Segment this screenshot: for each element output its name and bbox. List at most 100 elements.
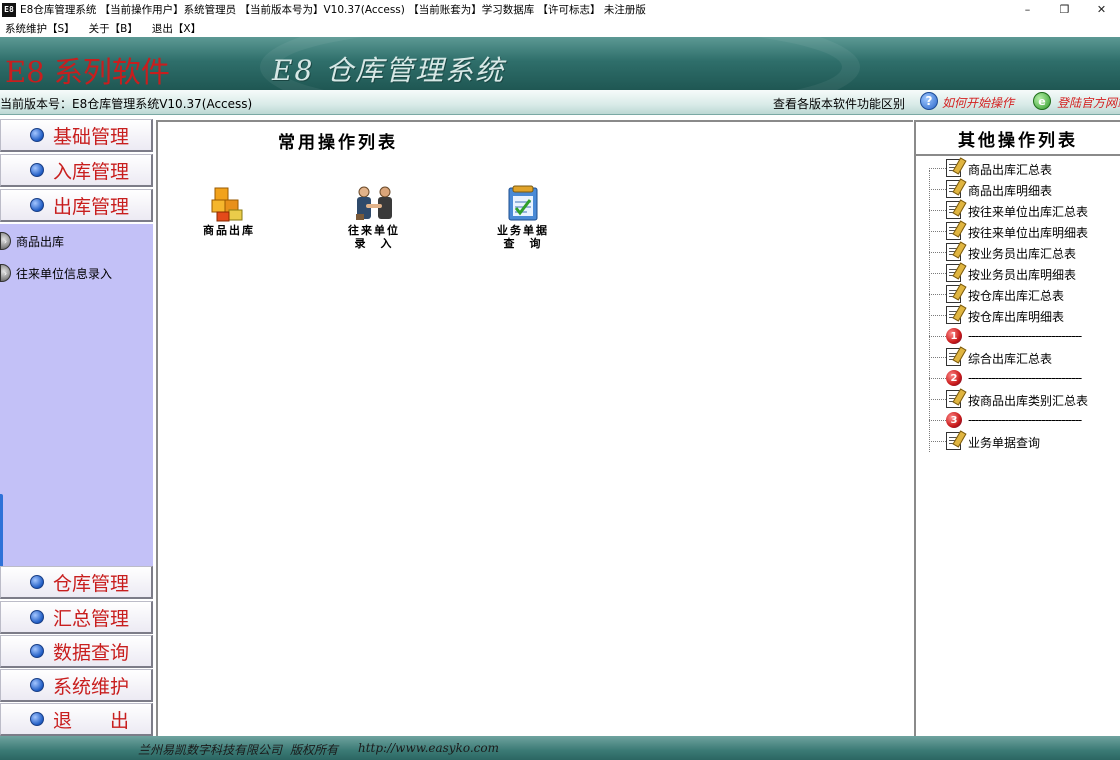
compare-versions-link[interactable]: 查看各版本软件功能区别 (773, 95, 905, 112)
nav-label: 汇总管理 (53, 607, 130, 630)
bullet-icon (30, 712, 44, 726)
report-icon (946, 348, 961, 366)
help-icon[interactable]: ? (920, 92, 938, 110)
minimize-button[interactable]: – (1009, 0, 1046, 19)
tree-branch (929, 378, 946, 379)
bullet-icon (30, 678, 44, 692)
tree-item-warehouse-outbound-detail[interactable]: 按仓库出库明细表 (916, 305, 1120, 326)
window-controls: – ❐ ✕ (1009, 0, 1120, 19)
tree-separator-1: 1 ---------------------------------- (916, 326, 1120, 347)
app-icon: E8 (2, 2, 16, 17)
website-icon[interactable]: e (1033, 92, 1051, 110)
nav-basic-management[interactable]: 基础管理 (0, 119, 153, 152)
tile-document-query[interactable]: 业务单据 查 询 (478, 184, 568, 250)
report-icon (946, 390, 961, 408)
footer-bar: 兰州易凯数字科技有限公司 版权所有 http://www.easyko.com (0, 736, 1120, 760)
tree-branch (929, 273, 946, 274)
tree-item-partner-outbound-detail[interactable]: 按往来单位出库明细表 (916, 221, 1120, 242)
tree-item-overall-outbound-summary[interactable]: 综合出库汇总表 (916, 347, 1120, 368)
tree-branch (929, 441, 946, 442)
how-to-start-link[interactable]: 如何开始操作 (942, 94, 1014, 111)
footer-website-link[interactable]: http://www.easyko.com (358, 741, 499, 755)
tree-item-label: 按业务员出库汇总表 (968, 247, 1077, 261)
tree-item-label: 按商品出库类别汇总表 (968, 394, 1089, 408)
tree-item-label: 按往来单位出库汇总表 (968, 205, 1089, 219)
tree-item-label: 业务单据查询 (968, 436, 1041, 450)
tree-branch (929, 210, 946, 211)
report-icon (946, 180, 961, 198)
bullet-icon (30, 610, 44, 624)
brand-logo: E8 系列软件 (5, 55, 170, 89)
nav-inbound-management[interactable]: 入库管理 (0, 154, 153, 187)
version-strip: 当前版本号：E8仓库管理系统V10.37(Access) 查看各版本软件功能区别… (0, 90, 1120, 115)
tile-label: 业务单据 查 询 (497, 224, 549, 250)
bullet-icon (30, 163, 44, 177)
report-icon (946, 159, 961, 177)
nav-summary-management[interactable]: 汇总管理 (0, 601, 153, 634)
tree-separator-3: 3 ---------------------------------- (916, 410, 1120, 431)
tree-branch (929, 252, 946, 253)
menu-system-maintenance[interactable]: 系统维护【S】 (5, 21, 75, 36)
arrow-bullet-icon: › (0, 232, 11, 250)
nav-label: 入库管理 (53, 160, 130, 183)
tree-separator-2: 2 ---------------------------------- (916, 368, 1120, 389)
tree-item-category-outbound-summary[interactable]: 按商品出库类别汇总表 (916, 389, 1120, 410)
handshake-icon (354, 184, 394, 224)
bullet-icon (30, 198, 44, 212)
submenu-item-partner-entry[interactable]: › 往来单位信息录入 (0, 262, 112, 284)
restore-button[interactable]: ❐ (1046, 0, 1083, 19)
tree-item-label: 商品出库汇总表 (968, 163, 1053, 177)
number-three-icon: 3 (946, 412, 962, 428)
tree-branch (929, 420, 946, 421)
bullet-icon (30, 128, 44, 142)
menu-bar: 系统维护【S】 关于【B】 退出【X】 (0, 19, 1120, 37)
nav-outbound-management[interactable]: 出库管理 (0, 189, 153, 222)
tree-item-label: 按往来单位出库明细表 (968, 226, 1089, 240)
common-operations-panel: 常用操作列表 商品出库 往来单位 录 入 业务单据 查 询 (156, 120, 913, 736)
system-name: E8 仓库管理系统 (272, 54, 506, 87)
tree-item-warehouse-outbound-summary[interactable]: 按仓库出库汇总表 (916, 284, 1120, 305)
official-website-link[interactable]: 登陆官方网站 (1057, 94, 1120, 111)
tree-item-salesperson-outbound-detail[interactable]: 按业务员出库明细表 (916, 263, 1120, 284)
tile-label: 商品出库 (203, 224, 255, 237)
nav-system-maintenance[interactable]: 系统维护 (0, 669, 153, 702)
menu-about[interactable]: 关于【B】 (89, 21, 138, 36)
tree-item-goods-outbound-summary[interactable]: 商品出库汇总表 (916, 158, 1120, 179)
outbound-submenu-panel: › 商品出库 › 往来单位信息录入 (0, 224, 153, 586)
nav-data-query[interactable]: 数据查询 (0, 635, 153, 668)
menu-exit[interactable]: 退出【X】 (152, 21, 201, 36)
tree-branch (929, 294, 946, 295)
tree-item-partner-outbound-summary[interactable]: 按往来单位出库汇总表 (916, 200, 1120, 221)
close-button[interactable]: ✕ (1083, 0, 1120, 19)
report-icon (946, 222, 961, 240)
tree-branch (929, 315, 946, 316)
nav-label: 出库管理 (53, 195, 130, 218)
tile-goods-outbound[interactable]: 商品出库 (184, 184, 274, 237)
tree-item-salesperson-outbound-summary[interactable]: 按业务员出库汇总表 (916, 242, 1120, 263)
other-operations-title: 其他操作列表 (916, 122, 1120, 156)
submenu-item-goods-outbound[interactable]: › 商品出库 (0, 230, 64, 252)
version-label: 当前版本号：E8仓库管理系统V10.37(Access) (0, 97, 253, 111)
nav-label: 基础管理 (53, 125, 130, 148)
tree-item-document-query[interactable]: 业务单据查询 (916, 431, 1120, 452)
footer-company: 兰州易凯数字科技有限公司 (138, 743, 283, 757)
arrow-bullet-icon: › (0, 264, 11, 282)
tree-item-label: 综合出库汇总表 (968, 352, 1053, 366)
report-icon (946, 201, 961, 219)
bullet-icon (30, 575, 44, 589)
boxes-icon (209, 184, 249, 224)
common-operations-title: 常用操作列表 (278, 133, 398, 153)
tree-item-goods-outbound-detail[interactable]: 商品出库明细表 (916, 179, 1120, 200)
tile-partner-entry[interactable]: 往来单位 录 入 (329, 184, 419, 250)
separator-line: ---------------------------------- (968, 371, 1082, 385)
number-two-icon: 2 (946, 370, 962, 386)
nav-warehouse-management[interactable]: 仓库管理 (0, 566, 153, 599)
nav-label: 仓库管理 (53, 572, 130, 595)
report-icon (946, 432, 961, 450)
tree-item-label: 按仓库出库汇总表 (968, 289, 1065, 303)
tree-branch (929, 357, 946, 358)
left-nav: 基础管理 入库管理 出库管理 › 商品出库 › 往来单位信息录入 仓库管理 汇总… (0, 119, 155, 736)
tree-branch (929, 168, 946, 169)
nav-exit[interactable]: 退 出 (0, 703, 153, 736)
other-operations-panel: 其他操作列表 商品出库汇总表 商品出库明细表 按往来单位出库汇总表 按往来单位出… (914, 120, 1120, 736)
